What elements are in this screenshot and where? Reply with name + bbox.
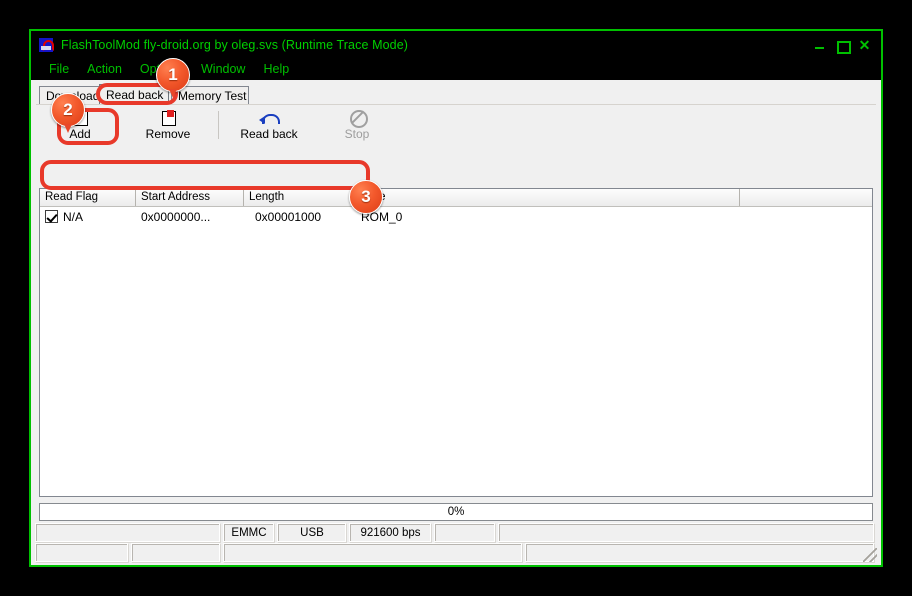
tab-read-back[interactable]: Read back: [99, 84, 169, 104]
menu-item-file[interactable]: File: [40, 61, 78, 78]
status2-panel-2: [131, 543, 221, 563]
column-header-file[interactable]: File: [362, 189, 740, 206]
minimize-button[interactable]: [814, 38, 827, 52]
remove-button-label: Remove: [145, 127, 191, 141]
column-header-start-address[interactable]: Start Address: [136, 189, 244, 206]
maximize-button[interactable]: [836, 38, 851, 54]
read-back-icon: [259, 109, 280, 126]
close-button[interactable]: ✕: [858, 38, 871, 52]
menu-item-action[interactable]: Action: [78, 61, 131, 78]
annotation-badge-1: 1: [156, 58, 190, 98]
read-back-button[interactable]: Read back: [225, 105, 313, 145]
cell-start-address: 0x0000000...: [141, 209, 211, 224]
window-controls: ✕: [814, 38, 877, 54]
annotation-badge-1-label: 1: [168, 65, 178, 84]
column-header-read-flag[interactable]: Read Flag: [40, 189, 136, 206]
status2-panel-4: [525, 543, 875, 563]
menu-item-help[interactable]: Help: [254, 61, 298, 78]
readback-list[interactable]: Read Flag Start Address Length File N/A …: [39, 188, 873, 497]
add-button-label: Add: [69, 127, 91, 141]
progress-label: 0%: [447, 506, 465, 518]
toolbar-separator: [218, 111, 219, 139]
badge-pin: [64, 124, 72, 133]
stop-button-label: Stop: [344, 127, 370, 141]
cell-length: 0x00001000: [255, 209, 322, 224]
menu-item-window[interactable]: Window: [192, 61, 254, 78]
status-bar-row-1: EMMC USB 921600 bps: [35, 523, 877, 543]
flashtool-app-icon: [38, 37, 54, 53]
cell-read-flag: N/A: [63, 209, 84, 224]
annotation-badge-2-label: 2: [63, 100, 73, 119]
annotation-badge-3: 3: [349, 180, 383, 214]
status-bar-row-2: [35, 543, 877, 563]
status-panel-baudrate: 921600 bps: [349, 523, 432, 543]
status2-panel-3: [223, 543, 523, 563]
status2-panel-1: [35, 543, 129, 563]
stop-icon: [347, 109, 368, 128]
status-panel-5: [434, 523, 496, 543]
screenshot-root: FlashToolMod fly-droid.org by oleg.svs (…: [0, 0, 912, 596]
annotation-badge-2: 2: [51, 93, 85, 133]
application-window: FlashToolMod fly-droid.org by oleg.svs (…: [29, 29, 883, 567]
window-title: FlashToolMod fly-droid.org by oleg.svs (…: [61, 38, 409, 52]
table-row[interactable]: N/A 0x0000000... 0x00001000 ROM_0: [40, 207, 872, 226]
toolbar: Add Remove Read back Stop: [36, 104, 876, 145]
badge-pin: [169, 89, 177, 98]
column-header-length[interactable]: Length: [244, 189, 362, 206]
read-back-button-label: Read back: [240, 127, 298, 141]
annotation-badge-3-label: 3: [361, 187, 371, 206]
progress-bar: 0%: [39, 503, 873, 521]
remove-button[interactable]: Remove: [124, 105, 212, 145]
list-header-row: Read Flag Start Address Length File: [40, 189, 872, 207]
status-panel-1: [35, 523, 221, 543]
status-panel-storage: EMMC: [223, 523, 275, 543]
stop-button: Stop: [313, 105, 401, 145]
cell-file: ROM_0: [361, 209, 403, 224]
status-panel-interface: USB: [277, 523, 347, 543]
title-bar: FlashToolMod fly-droid.org by oleg.svs (…: [31, 31, 881, 59]
client-area: Download Read back Memory Test Add Remov…: [31, 80, 881, 565]
column-header-spacer: [740, 189, 872, 206]
row-checkbox[interactable]: [45, 210, 58, 223]
remove-icon: [158, 109, 178, 126]
resize-grip[interactable]: [863, 548, 877, 562]
status-panel-6: [498, 523, 875, 543]
